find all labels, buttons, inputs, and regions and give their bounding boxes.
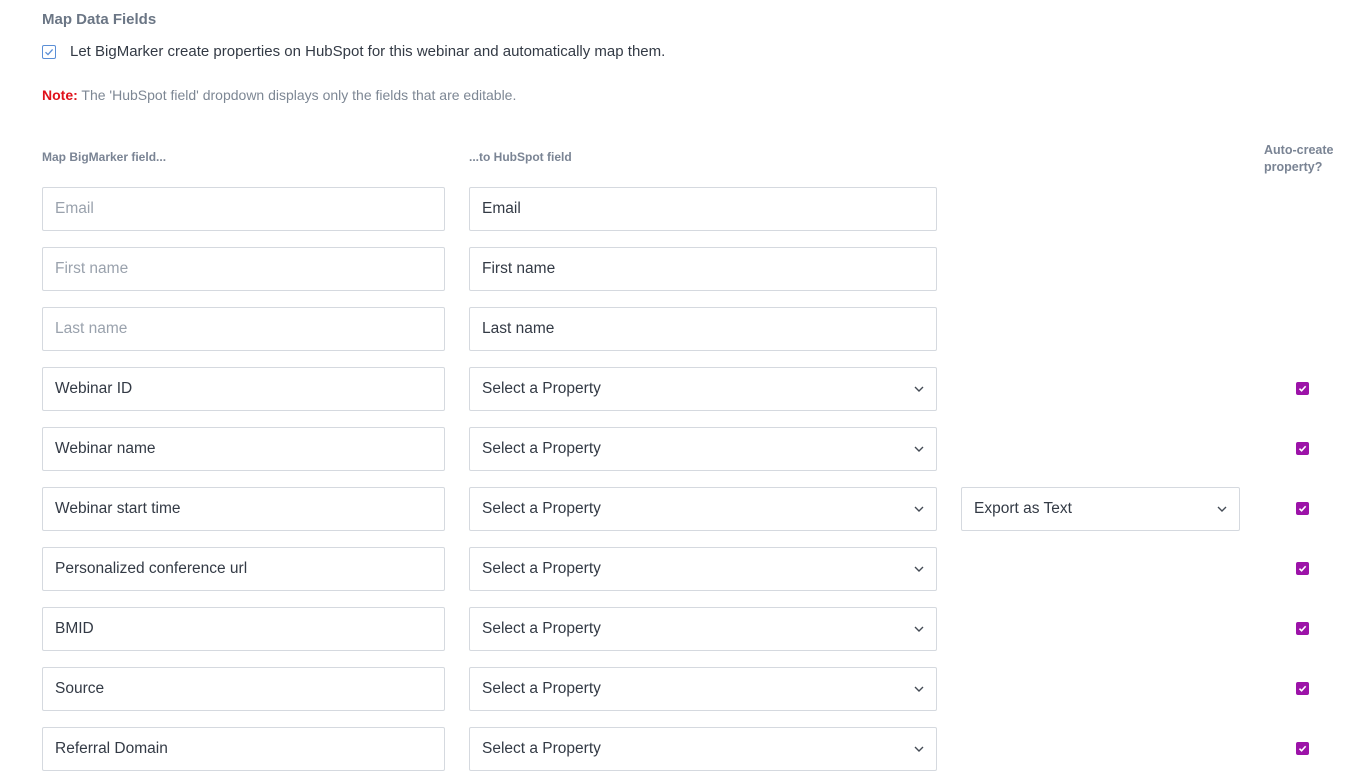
chevron-down-icon bbox=[914, 386, 924, 392]
bigmarker-field-input[interactable]: Webinar start time bbox=[42, 487, 445, 531]
hubspot-field-value: Select a Property bbox=[482, 560, 601, 577]
export-format-value: Export as Text bbox=[974, 500, 1072, 517]
mapping-row: BMID Select a Property bbox=[0, 607, 1372, 651]
check-icon bbox=[1298, 445, 1307, 452]
chevron-down-icon bbox=[1217, 506, 1227, 512]
chevron-down-icon bbox=[914, 626, 924, 632]
check-icon bbox=[1298, 385, 1307, 392]
auto-map-option: Let BigMarker create properties on HubSp… bbox=[42, 43, 665, 60]
bigmarker-field-input[interactable]: Referral Domain bbox=[42, 727, 445, 771]
column-header-hubspot: ...to HubSpot field bbox=[469, 150, 572, 164]
note: Note: The 'HubSpot field' dropdown displ… bbox=[42, 87, 516, 103]
chevron-down-icon bbox=[914, 506, 924, 512]
mapping-row: Webinar ID Select a Property bbox=[0, 367, 1372, 411]
auto-create-checkbox[interactable] bbox=[1296, 502, 1309, 515]
check-icon bbox=[1298, 505, 1307, 512]
mapping-row: Source Select a Property bbox=[0, 667, 1372, 711]
bigmarker-field-input[interactable]: Webinar name bbox=[42, 427, 445, 471]
auto-create-checkbox[interactable] bbox=[1296, 742, 1309, 755]
bigmarker-field-input[interactable]: Webinar ID bbox=[42, 367, 445, 411]
hubspot-field-value: Select a Property bbox=[482, 440, 601, 457]
mapping-row: Webinar start time Select a Property Expor… bbox=[0, 487, 1372, 531]
chevron-down-icon bbox=[914, 566, 924, 572]
hubspot-field-value: Select a Property bbox=[482, 500, 601, 517]
auto-create-line-1: Auto-create bbox=[1264, 143, 1334, 157]
note-text: The 'HubSpot field' dropdown displays on… bbox=[77, 87, 517, 103]
hubspot-field-value: Select a Property bbox=[482, 740, 601, 757]
hubspot-property-select[interactable]: Select a Property bbox=[469, 427, 937, 471]
mapping-row: Webinar name Select a Property bbox=[0, 427, 1372, 471]
hubspot-property-select[interactable]: Select a Property bbox=[469, 607, 937, 651]
auto-create-checkbox[interactable] bbox=[1296, 442, 1309, 455]
check-icon bbox=[1298, 565, 1307, 572]
auto-map-checkbox[interactable] bbox=[42, 44, 56, 59]
section-title: Map Data Fields bbox=[42, 11, 157, 28]
hubspot-field-value: Email bbox=[482, 200, 521, 217]
hubspot-property-select[interactable]: Select a Property bbox=[469, 367, 937, 411]
bigmarker-field-input[interactable]: Email bbox=[42, 187, 445, 231]
auto-create-checkbox[interactable] bbox=[1296, 382, 1309, 395]
bigmarker-field-input[interactable]: Last name bbox=[42, 307, 445, 351]
hubspot-property-select[interactable]: Select a Property bbox=[469, 667, 937, 711]
hubspot-field-input[interactable]: Email bbox=[469, 187, 937, 231]
hubspot-field-value: Last name bbox=[482, 320, 555, 337]
hubspot-field-value: Select a Property bbox=[482, 380, 601, 397]
hubspot-field-input[interactable]: Last name bbox=[469, 307, 937, 351]
chevron-down-icon bbox=[914, 446, 924, 452]
auto-map-label: Let BigMarker create properties on HubSp… bbox=[70, 43, 666, 60]
chevron-down-icon bbox=[914, 686, 924, 692]
mapping-row: Personalized conference url Select a Prop… bbox=[0, 547, 1372, 591]
check-icon bbox=[45, 48, 54, 56]
hubspot-field-input[interactable]: First name bbox=[469, 247, 937, 291]
check-icon bbox=[1298, 685, 1307, 692]
hubspot-property-select[interactable]: Select a Property bbox=[469, 727, 937, 771]
bigmarker-field-input[interactable]: Personalized conference url bbox=[42, 547, 445, 591]
auto-create-checkbox[interactable] bbox=[1296, 622, 1309, 635]
mapping-row: Last name Last name bbox=[0, 307, 1372, 351]
hubspot-field-value: Select a Property bbox=[482, 680, 601, 697]
auto-create-line-2: property? bbox=[1264, 160, 1323, 174]
check-icon bbox=[1298, 745, 1307, 752]
column-header-bigmarker: Map BigMarker field... bbox=[42, 150, 167, 164]
auto-create-checkbox[interactable] bbox=[1296, 682, 1309, 695]
check-icon bbox=[1298, 625, 1307, 632]
bigmarker-field-input[interactable]: First name bbox=[42, 247, 445, 291]
hubspot-field-value: First name bbox=[482, 260, 556, 277]
mapping-row: Referral Domain Select a Property bbox=[0, 727, 1372, 771]
note-label: Note: bbox=[42, 87, 78, 103]
mapping-row: First name First name bbox=[0, 247, 1372, 291]
export-format-select[interactable]: Export as Text bbox=[961, 487, 1240, 531]
bigmarker-field-input[interactable]: BMID bbox=[42, 607, 445, 651]
hubspot-property-select[interactable]: Select a Property bbox=[469, 487, 937, 531]
column-header-auto-create: Auto-create property? bbox=[1264, 142, 1354, 176]
hubspot-property-select[interactable]: Select a Property bbox=[469, 547, 937, 591]
chevron-down-icon bbox=[914, 746, 924, 752]
auto-create-checkbox[interactable] bbox=[1296, 562, 1309, 575]
bigmarker-field-input[interactable]: Source bbox=[42, 667, 445, 711]
hubspot-field-value: Select a Property bbox=[482, 620, 601, 637]
mapping-row: Email Email bbox=[0, 187, 1372, 231]
